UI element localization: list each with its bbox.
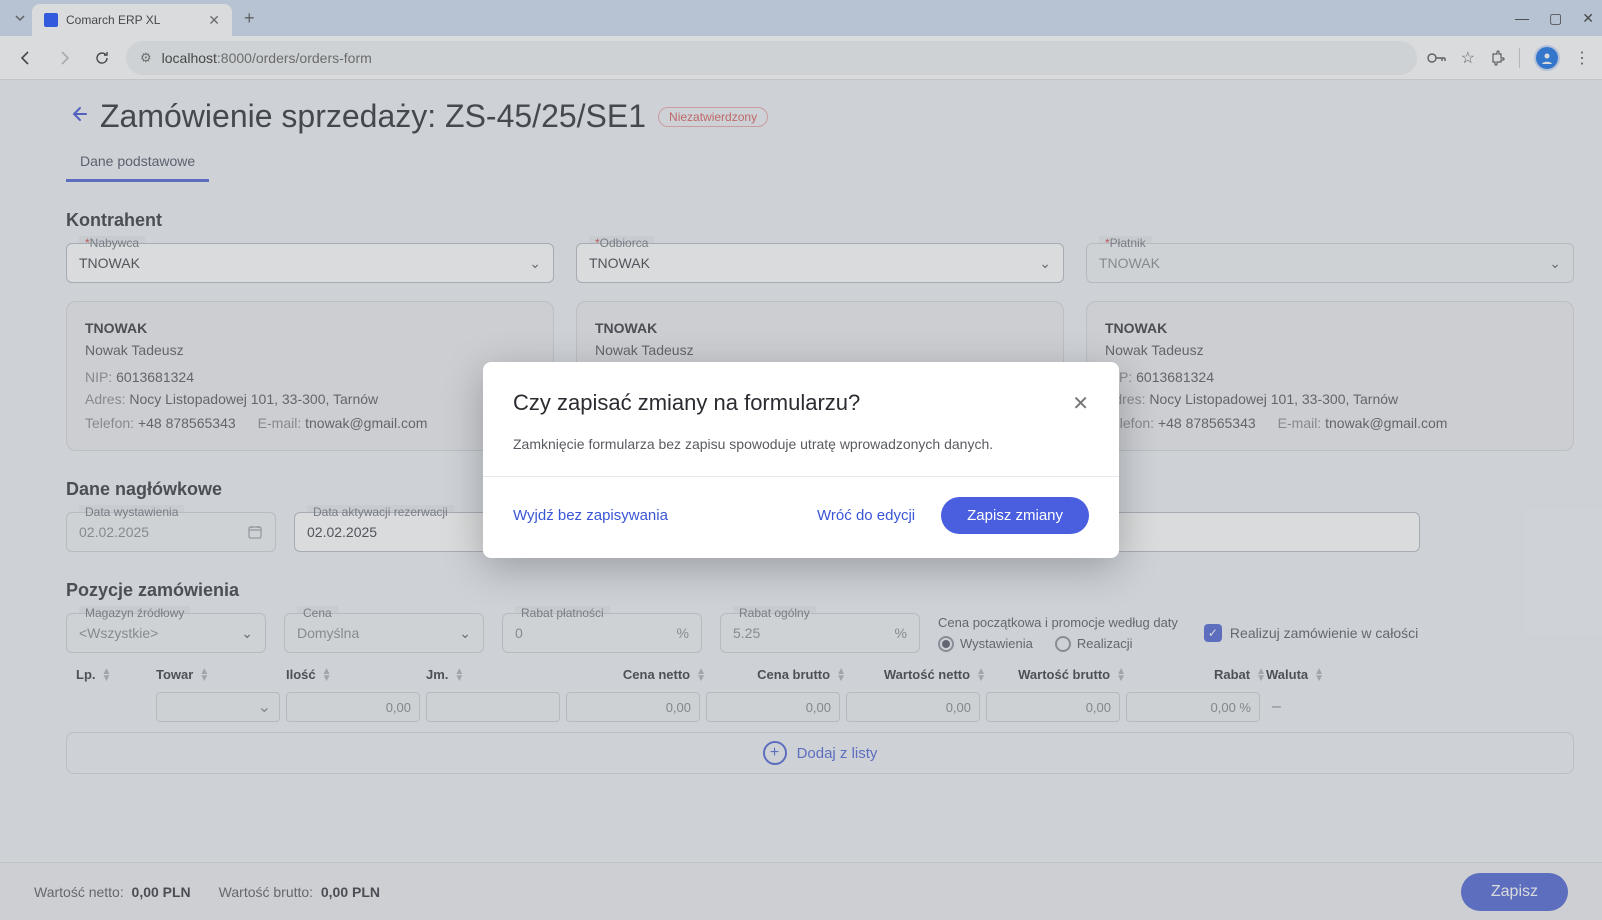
plus-circle-icon: + [763,741,787,765]
save-button[interactable]: Zapisz [1461,873,1568,911]
sort-icon[interactable]: ▲▼ [199,668,209,682]
bookmark-icon[interactable]: ☆ [1461,48,1475,68]
window-controls: — ▢ ✕ [1515,10,1594,27]
platnik-select: *Płatnik TNOWAK ⌄ [1086,243,1574,283]
page-title: Zamówienie sprzedaży: ZS-45/25/SE1 Nieza… [100,98,1574,135]
nabywca-card: TNOWAK Nowak Tadeusz NIP: 6013681324 Adr… [66,301,554,451]
site-settings-icon[interactable]: ⚙ [140,50,152,66]
cena-select: Cena Domyślna ⌄ [284,613,484,653]
footer-wartosc-netto: 0,00 PLN [132,884,191,900]
page-footer: Wartość netto: 0,00 PLN Wartość brutto: … [0,862,1602,920]
sort-icon[interactable]: ▲▼ [836,668,846,682]
nabywca-select[interactable]: *Nabywca TNOWAK ⌄ [66,243,554,283]
modal-close-icon[interactable]: ✕ [1072,391,1089,416]
modal-title: Czy zapisać zmiany na formularzu? [513,390,860,416]
sort-icon[interactable]: ▲▼ [1314,668,1324,682]
password-icon[interactable] [1427,51,1447,65]
sort-icon[interactable]: ▲▼ [976,668,986,682]
footer-wartosc-brutto: 0,00 PLN [321,884,380,900]
browser-menu-icon[interactable]: ⋮ [1574,48,1590,68]
row-rabat-input[interactable]: 0,00 % [1126,692,1260,722]
rabat-ogolny-field: Rabat ogólny 5.25 % [720,613,920,653]
page-title-text: Zamówienie sprzedaży: ZS-45/25/SE1 [100,98,646,135]
nav-back-icon[interactable] [12,44,40,72]
section-pozycje-heading: Pozycje zamówienia [66,580,1574,601]
radio-cena-wedlug-daty: Cena początkowa i promocje według daty W… [938,615,1178,652]
tab-dane-podstawowe[interactable]: Dane podstawowe [66,153,209,182]
magazyn-select: Magazyn źródłowy <Wszystkie> ⌄ [66,613,266,653]
back-to-edit-button[interactable]: Wróć do edycji [817,507,915,524]
calendar-icon [247,524,263,540]
data-aktywacji-field[interactable]: Data aktywacji rezerwacji 02.02.2025 [294,512,504,552]
sort-icon[interactable]: ▲▼ [454,668,464,682]
platnik-card: TNOWAK Nowak Tadeusz NIP: 6013681324 Adr… [1086,301,1574,451]
radio-wystawienia[interactable] [938,636,954,652]
radio-realizacji[interactable] [1055,636,1071,652]
checkbox-realizuj-calosc[interactable]: ✓ [1204,624,1222,642]
add-from-list-button[interactable]: + Dodaj z listy [66,732,1574,774]
browser-tab-strip: Comarch ERP XL ✕ + — ▢ ✕ [0,0,1602,36]
sort-icon[interactable]: ▲▼ [1256,668,1266,682]
sort-icon[interactable]: ▲▼ [102,668,112,682]
browser-toolbar: ⚙ localhost:8000/orders/orders-form ☆ ⋮ [0,36,1602,80]
tab-favicon-icon [44,13,58,27]
chevron-down-icon: ⌄ [1039,255,1051,272]
odbiorca-select[interactable]: *Odbiorca TNOWAK ⌄ [576,243,1064,283]
card-name: Nowak Tadeusz [85,340,535,362]
row-cbrutto-input[interactable]: 0,00 [706,692,840,722]
page-back-icon[interactable] [68,104,88,124]
row-waluta: – [1266,698,1336,716]
section-kontrahent-heading: Kontrahent [66,210,1574,231]
exit-without-saving-button[interactable]: Wyjdź bez zapisywania [513,507,668,524]
modal-body-text: Zamknięcie formularza bez zapisu spowodu… [483,428,1119,477]
close-window-icon[interactable]: ✕ [1582,10,1594,27]
row-ilosc-input[interactable]: 0,00 [286,692,420,722]
url-host: localhost [162,50,217,66]
tab-title: Comarch ERP XL [66,13,160,27]
save-changes-button[interactable]: Zapisz zmiany [941,497,1089,534]
chevron-down-icon: ⌄ [241,625,253,642]
table-row: 0,00 0,00 0,00 0,00 0,00 0,00 % – [66,692,1574,722]
data-wystawienia-field: Data wystawienia 02.02.2025 [66,512,276,552]
save-changes-modal: Czy zapisać zmiany na formularzu? ✕ Zamk… [483,362,1119,558]
row-jm-input[interactable] [426,692,560,722]
sort-icon[interactable]: ▲▼ [1116,668,1126,682]
new-tab-button[interactable]: + [244,8,255,29]
platnik-value: TNOWAK [1099,255,1160,271]
browser-tab[interactable]: Comarch ERP XL ✕ [32,4,232,36]
row-cnetto-input[interactable]: 0,00 [566,692,700,722]
chevron-down-icon: ⌄ [1549,255,1561,272]
items-table-header: Lp.▲▼ Towar▲▼ Ilość▲▼ Jm.▲▼ Cena netto▲▼… [66,653,1574,692]
status-badge: Niezatwierdzony [658,107,768,127]
url-bar[interactable]: ⚙ localhost:8000/orders/orders-form [126,41,1417,75]
sort-icon[interactable]: ▲▼ [322,668,332,682]
nav-forward-icon [50,44,78,72]
chevron-down-icon: ⌄ [529,255,541,272]
rabat-platnosci-field: Rabat płatności 0 % [502,613,702,653]
profile-avatar-icon[interactable] [1534,45,1560,71]
minimize-icon[interactable]: — [1515,10,1529,27]
sort-icon[interactable]: ▲▼ [696,668,706,682]
extensions-icon[interactable] [1489,50,1505,66]
card-code: TNOWAK [85,318,535,340]
tab-search-icon[interactable] [8,6,32,30]
toolbar-divider [1519,48,1520,68]
nav-reload-icon[interactable] [88,44,116,72]
nabywca-value: TNOWAK [79,255,140,271]
chevron-down-icon: ⌄ [459,625,471,642]
tab-close-icon[interactable]: ✕ [208,12,220,29]
url-path: :8000/orders/orders-form [217,50,372,66]
row-wbrutto-input[interactable]: 0,00 [986,692,1120,722]
odbiorca-value: TNOWAK [589,255,650,271]
row-wnetto-input[interactable]: 0,00 [846,692,980,722]
maximize-icon[interactable]: ▢ [1549,10,1562,27]
row-towar-select[interactable] [156,692,280,722]
